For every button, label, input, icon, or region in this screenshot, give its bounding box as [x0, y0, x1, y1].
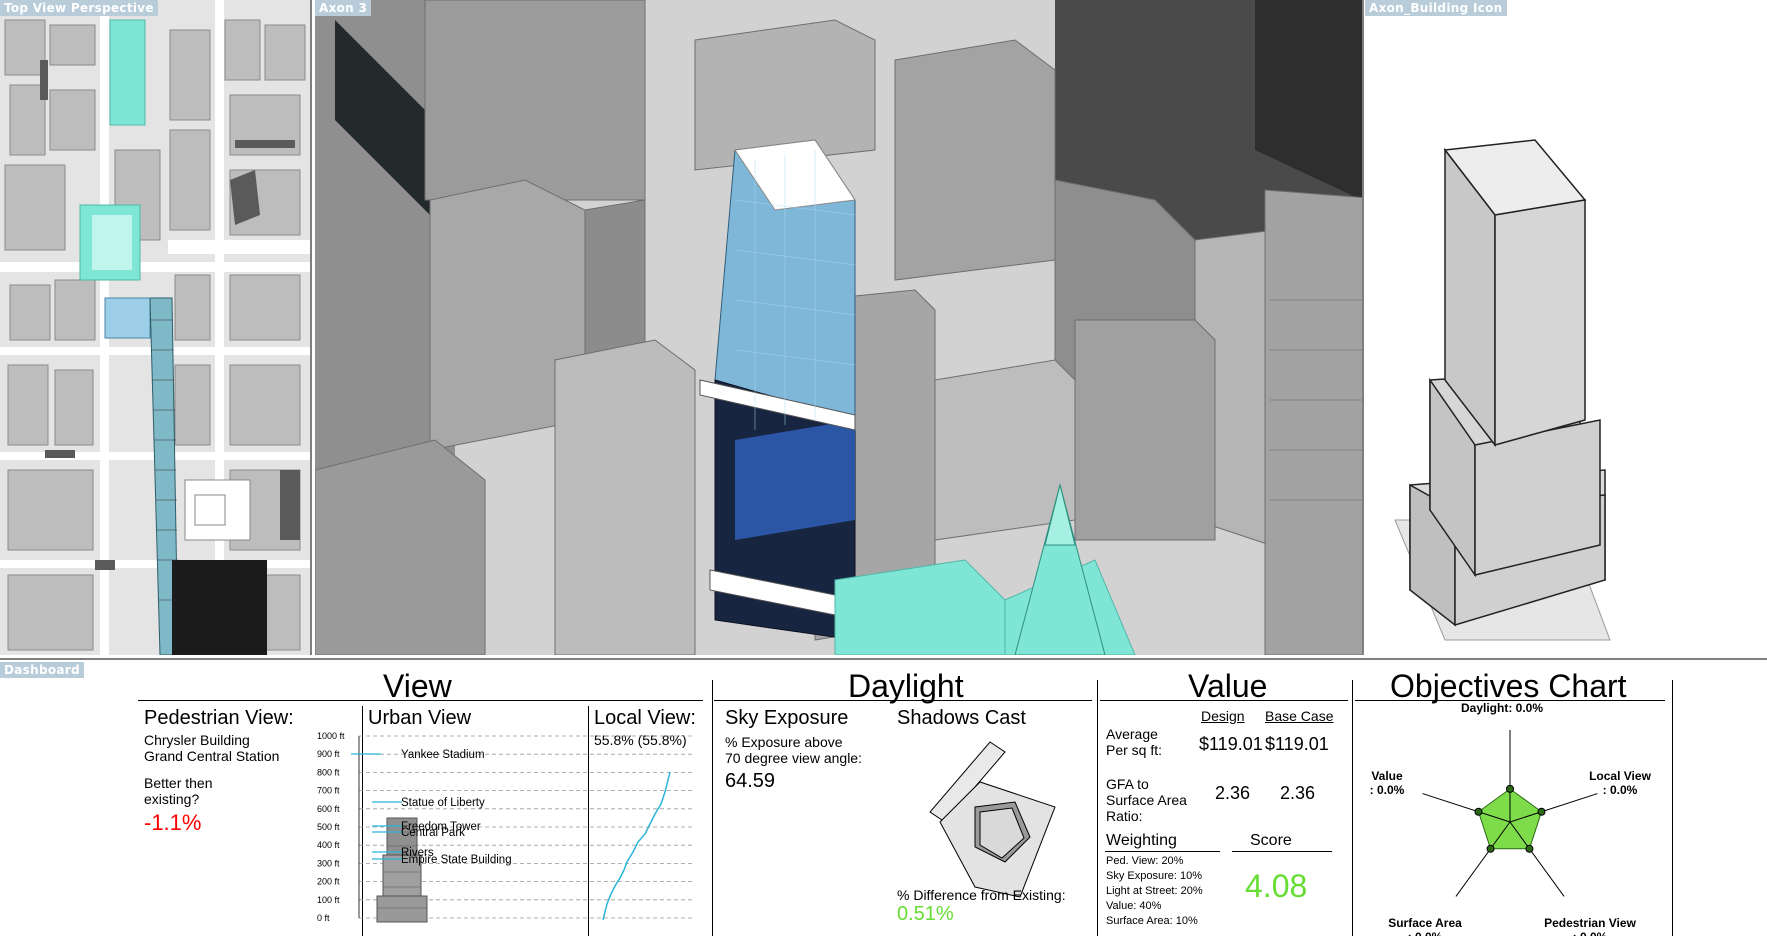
value-row1-base: $119.01	[1265, 734, 1329, 754]
axon-label: Axon 3	[315, 0, 372, 16]
dashboard-label: Dashboard	[0, 662, 84, 678]
axon-viewport[interactable]: Axon 3	[315, 0, 1362, 655]
radar-point	[1474, 807, 1483, 816]
landmark-label: Statue of Liberty	[401, 797, 485, 809]
radar-label-daylight: Daylight: 0.0%	[1461, 702, 1543, 715]
urban-tick-label: 0 ft	[317, 913, 330, 923]
urban-tick-label: 800 ft	[317, 767, 340, 777]
landmark-label: Central Park	[401, 827, 465, 839]
radar-label-value: : 0.0%	[1408, 930, 1443, 936]
shadows-diff-label: % Difference from Existing:	[897, 887, 1066, 903]
value-row2-label-3: Ratio:	[1106, 808, 1143, 824]
radar-label-value: : 0.0%	[1573, 930, 1608, 936]
weight-ped-view: Ped. View: 20%	[1106, 855, 1184, 867]
axon-render	[315, 0, 1362, 655]
sky-exposure-desc-2: 70 degree view angle:	[725, 750, 862, 766]
value-col-design: Design	[1201, 708, 1245, 724]
objectives-radar-chart: Daylight: 0.0%Local View: 0.0%Pedestrian…	[1370, 702, 1652, 936]
pedestrian-view-heading: Pedestrian View:	[144, 707, 294, 729]
shadows-diff-value: 0.51%	[897, 903, 954, 925]
radar-label-name: Surface Area	[1388, 916, 1462, 930]
building-icon-render	[1394, 139, 1611, 641]
value-row1-design: $119.01	[1199, 734, 1263, 754]
value-row2-label-2: Surface Area	[1106, 792, 1187, 808]
pedestrian-target-1: Chrysler Building	[144, 732, 250, 748]
urban-view-chart: 1000 ft 900 ft 800 ft 700 ft 600 ft 500 ft 400…	[317, 731, 695, 923]
value-row2-label-1: GFA to	[1106, 776, 1149, 792]
local-view-curve	[602, 771, 671, 921]
urban-tick-label: 1000 ft	[317, 731, 345, 741]
value-row1-label-1: Average	[1106, 726, 1158, 742]
radar-label-name: Pedestrian View	[1544, 916, 1636, 930]
weight-sky-exposure: Sky Exposure: 10%	[1106, 870, 1202, 882]
building-icon-label: Axon_Building Icon	[1365, 0, 1507, 16]
shadows-cast-heading: Shadows Cast	[897, 707, 1026, 729]
shadows-cast-diagram	[929, 741, 1056, 898]
radar-point	[1486, 844, 1495, 853]
score-value: 4.08	[1245, 868, 1308, 904]
radar-axis	[1509, 821, 1565, 897]
urban-tick-label: 200 ft	[317, 877, 340, 887]
building-icon-viewport[interactable]: Axon_Building Icon	[1365, 0, 1767, 655]
urban-tick-label: 100 ft	[317, 895, 340, 905]
radar-axis	[1455, 821, 1511, 897]
value-col-base: Base Case	[1265, 708, 1334, 724]
value-row2-design: 2.36	[1215, 783, 1251, 803]
urban-tick-label: 600 ft	[317, 804, 340, 814]
urban-tick-label: 300 ft	[317, 858, 340, 868]
top-view-viewport[interactable]: Top View Perspective	[0, 0, 310, 655]
pedestrian-question-2: existing?	[144, 791, 200, 807]
radar-point	[1506, 784, 1514, 793]
radar-point	[1525, 844, 1534, 853]
weight-surface-area: Surface Area: 10%	[1106, 915, 1198, 927]
urban-tick-label: 500 ft	[317, 822, 340, 832]
sky-exposure-value: 64.59	[725, 770, 776, 792]
landmark-label: Empire State Building	[401, 854, 512, 866]
dashboard-panel: View Pedestrian View: Chrysler Building …	[0, 660, 1767, 936]
pedestrian-question-1: Better then	[144, 775, 213, 791]
sky-exposure-desc-1: % Exposure above	[725, 734, 843, 750]
value-row2-base: 2.36	[1280, 783, 1316, 803]
weighting-heading: Weighting	[1106, 832, 1177, 849]
top-view-render	[0, 0, 310, 655]
landmark-label: Yankee Stadium	[401, 749, 485, 761]
radar-label-value: : 0.0%	[1603, 783, 1638, 797]
urban-tick-label: 400 ft	[317, 840, 340, 850]
pedestrian-target-2: Grand Central Station	[144, 748, 280, 764]
urban-tick-label: 700 ft	[317, 786, 340, 796]
weight-light-street: Light at Street: 20%	[1106, 885, 1203, 897]
radar-point	[1537, 807, 1546, 816]
pedestrian-value: -1.1%	[144, 810, 202, 835]
sky-exposure-heading: Sky Exposure	[725, 707, 849, 729]
value-row1-label-2: Per sq ft:	[1106, 742, 1163, 758]
score-heading: Score	[1250, 832, 1292, 849]
weight-value: Value: 40%	[1106, 900, 1162, 912]
top-view-label: Top View Perspective	[0, 0, 158, 16]
radar-label-name: Value	[1371, 769, 1403, 783]
radar-label-name: Local View	[1589, 769, 1651, 783]
radar-label-value: : 0.0%	[1370, 783, 1405, 797]
urban-tick-label: 900 ft	[317, 749, 340, 759]
